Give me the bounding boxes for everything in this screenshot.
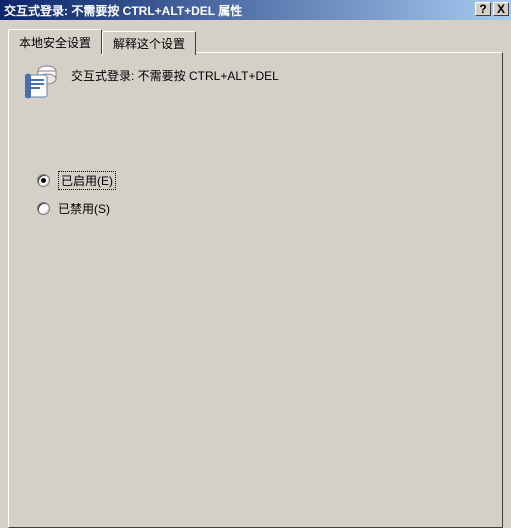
radio-button-icon [37,174,50,187]
tab-label: 解释这个设置 [113,37,185,51]
window-title: 交互式登录: 不需要按 CTRL+ALT+DEL 属性 [4,2,511,19]
help-icon: ? [479,2,486,16]
radio-button-icon [37,202,50,215]
policy-name: 交互式登录: 不需要按 CTRL+ALT+DEL [71,65,279,84]
tab-label: 本地安全设置 [19,36,91,50]
tab-explain-setting[interactable]: 解释这个设置 [102,31,196,55]
radio-disabled-label: 已禁用(S) [58,200,110,217]
titlebar-buttons: ? X [473,2,509,16]
radio-enabled[interactable]: 已启用(E) [37,171,486,190]
close-button[interactable]: X [493,2,509,16]
tab-local-security[interactable]: 本地安全设置 [8,29,102,54]
radio-disabled[interactable]: 已禁用(S) [37,200,486,217]
radio-group: 已启用(E) 已禁用(S) [37,171,486,217]
close-icon: X [497,2,505,16]
policy-icon [25,65,57,101]
tab-panel: 交互式登录: 不需要按 CTRL+ALT+DEL 已启用(E) 已禁用(S) [8,52,503,528]
window-titlebar: 交互式登录: 不需要按 CTRL+ALT+DEL 属性 ? X [0,0,511,20]
tabstrip: 本地安全设置 解释这个设置 [8,28,503,53]
help-button[interactable]: ? [475,2,491,16]
policy-header: 交互式登录: 不需要按 CTRL+ALT+DEL [25,65,486,101]
radio-enabled-label: 已启用(E) [58,171,116,190]
window-content: 本地安全设置 解释这个设置 交互式登录: 不需要按 CTRL+ALT+DEL [0,20,511,526]
